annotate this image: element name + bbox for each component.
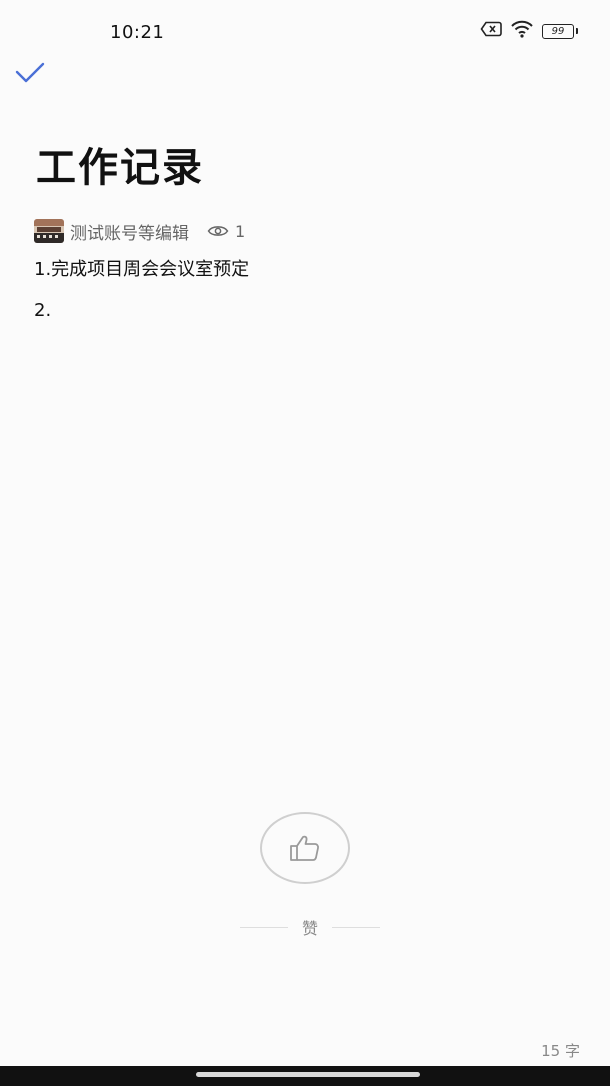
eye-icon (207, 226, 229, 236)
status-icons: 99 (480, 20, 578, 42)
done-button[interactable] (12, 60, 48, 90)
sim-off-icon (480, 21, 502, 41)
battery-icon: 99 (542, 23, 578, 39)
status-bar: 10:21 99 (0, 0, 610, 60)
view-count-value: 1 (235, 221, 246, 241)
battery-level: 99 (551, 25, 565, 37)
like-label-row: 赞 (236, 914, 384, 940)
word-count: 15 字 (541, 1042, 580, 1060)
meta-row: 测试账号等编辑 1 (34, 217, 245, 245)
status-time: 10:21 (110, 22, 165, 43)
like-label: 赞 (301, 919, 318, 938)
like-button[interactable] (260, 812, 350, 884)
divider-right (332, 926, 380, 928)
check-icon (15, 62, 45, 83)
content-line[interactable]: 1.完成项目周会会议室预定 (34, 257, 574, 283)
view-count: 1 (207, 222, 245, 241)
wifi-icon (510, 20, 534, 42)
avatar (34, 219, 64, 243)
note-screen: 10:21 99 工作记录 测试账号等编辑 1 1.完成项目周会会议室预定 2.… (0, 0, 610, 1086)
divider-left (239, 926, 288, 928)
note-body[interactable]: 1.完成项目周会会议室预定 2. (34, 257, 574, 339)
thumbs-up-icon (290, 835, 319, 861)
editor-info: 测试账号等编辑 (70, 223, 189, 244)
home-indicator[interactable] (196, 1072, 420, 1077)
content-line[interactable]: 2. (34, 298, 574, 324)
system-nav-bar (0, 1066, 610, 1086)
page-title[interactable]: 工作记录 (36, 142, 204, 194)
